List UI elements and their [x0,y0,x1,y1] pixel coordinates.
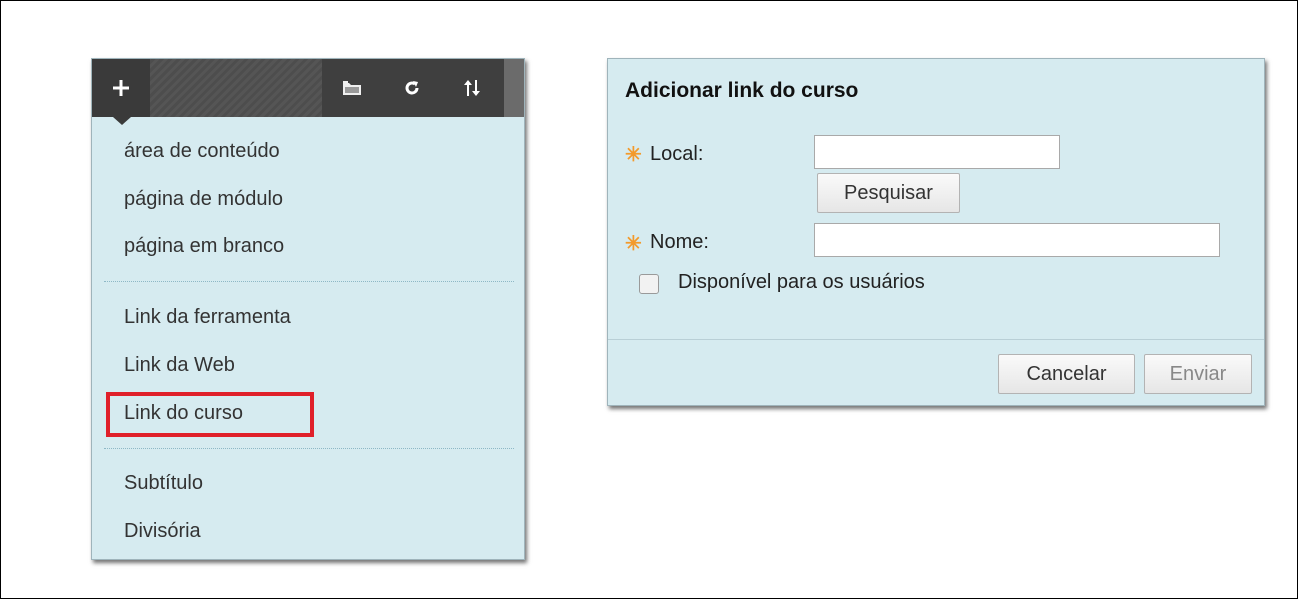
menu-toolbar [92,59,524,125]
name-label: Nome: [650,231,709,253]
required-icon: ✳ [625,144,642,166]
menu-item-module-page[interactable]: página de módulo [124,183,283,215]
dialog-footer-divider [608,339,1264,340]
menu-divider [104,281,514,282]
folder-icon [343,81,361,95]
available-checkbox[interactable] [639,274,659,294]
menu-item-tool-link[interactable]: Link da ferramenta [124,301,291,333]
sort-button[interactable] [442,59,502,117]
menu-item-web-link[interactable]: Link da Web [124,349,235,381]
plus-icon [113,80,129,96]
folder-button[interactable] [322,59,382,117]
refresh-button[interactable] [382,59,442,117]
required-icon: ✳ [625,233,642,255]
add-menu-pointer [113,117,131,125]
menu-item-blank-page[interactable]: página em branco [124,230,284,262]
cancel-button[interactable]: Cancelar [998,354,1135,394]
name-input[interactable] [814,223,1220,257]
menu-item-content-area[interactable]: área de conteúdo [124,135,280,167]
sort-icon [464,80,480,96]
add-menu-button[interactable] [92,59,150,117]
search-button[interactable]: Pesquisar [817,173,960,213]
menu-item-subheader[interactable]: Subtítulo [124,467,203,499]
screenshot-frame: área de conteúdo página de módulo página… [0,0,1298,599]
add-course-link-dialog: Adicionar link do curso ✳ Local: Pesquis… [607,58,1265,406]
dialog-title: Adicionar link do curso [625,79,859,102]
submit-button[interactable]: Enviar [1144,354,1252,394]
local-label: Local: [650,143,704,165]
available-label: Disponível para os usuários [678,271,925,293]
menu-divider [104,448,514,449]
local-input[interactable] [814,135,1060,169]
course-link-highlight [106,392,314,437]
menu-item-divider[interactable]: Divisória [124,515,201,547]
add-menu-panel: área de conteúdo página de módulo página… [91,58,525,560]
refresh-icon [405,81,419,95]
toolbar-edge [504,59,524,117]
